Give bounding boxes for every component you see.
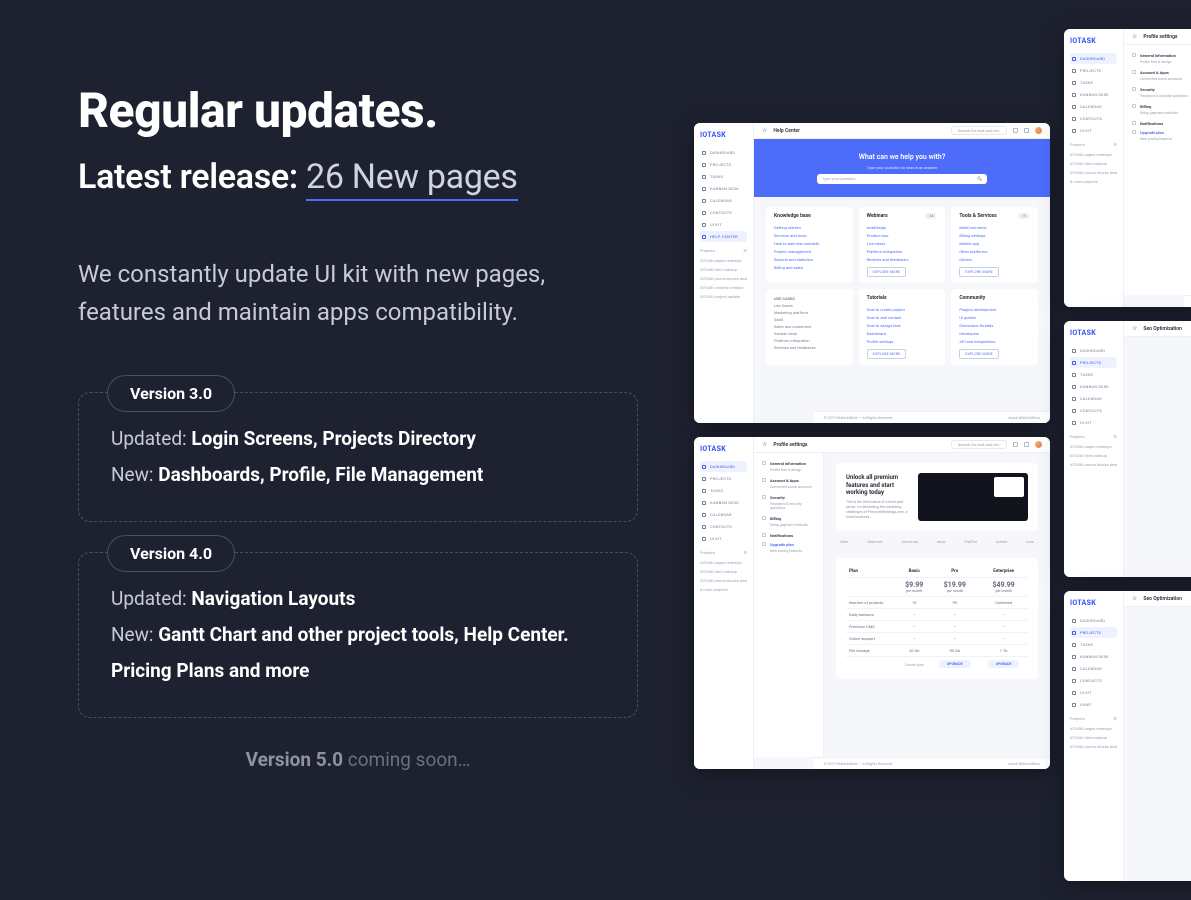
topbar-title: Help Center	[773, 128, 800, 134]
bell-icon	[1024, 128, 1029, 133]
v4-new: New: Gantt Chart and other project tools…	[111, 617, 605, 689]
mockup-seo-1: IOTASK DASHBOARDPROJECTSTASKSKANBAN DESK…	[1064, 321, 1191, 577]
subheading-prefix: Latest release:	[78, 157, 298, 197]
v4-updated: Updated: Navigation Layouts	[111, 581, 605, 617]
nav-help-center: HELP CENTER	[700, 231, 747, 242]
avatar	[1035, 127, 1042, 134]
footer-right: About WhiteUnifilms	[1008, 416, 1040, 420]
hero-title: What can we help you with?	[859, 153, 946, 161]
version-3-badge: Version 3.0	[107, 375, 235, 412]
mockup-profile-settings: IOTASK DASHBOARDPROJECTSTASKSKANBAN DESK…	[694, 437, 1050, 769]
screenshot-gallery: IOTASK DASHBOARDPROJECTSTASKSKANBAN DESK…	[694, 29, 1191, 899]
promo-title: Unlock all premium features and start wo…	[846, 474, 908, 497]
hero-search: Type your question🔍	[817, 174, 987, 184]
mockup-profile-crop: IOTASK DASHBOARDPROJECTSTASKSKANBAN DESK…	[1064, 29, 1191, 307]
hero-subtitle: Type your question to search an answer	[867, 165, 937, 170]
promo-image	[918, 473, 1028, 521]
version-4-badge: Version 4.0	[107, 535, 235, 572]
page-subheading: Latest release: 26 New pages	[78, 157, 638, 197]
version-3-box: Version 3.0 Updated: Login Screens, Proj…	[78, 392, 638, 522]
coming-soon: Version 5.0 coming soon…	[78, 748, 638, 771]
v3-new: New: Dashboards, Profile, File Managemen…	[111, 457, 605, 493]
logo: IOTASK	[700, 131, 747, 139]
v3-updated: Updated: Login Screens, Projects Directo…	[111, 421, 605, 457]
filter-icon	[1013, 128, 1018, 133]
footer-left: © 2019 WhiteUnifilms — All Rights Reserv…	[824, 416, 892, 420]
page-description: We constantly update UI kit with new pag…	[78, 255, 638, 332]
subheading-highlight: 26 New pages	[306, 157, 518, 201]
mockup-help-center: IOTASK DASHBOARDPROJECTSTASKSKANBAN DESK…	[694, 123, 1050, 423]
mockup-seo-2: IOTASK DASHBOARDPROJECTSTASKSKANBAN DESK…	[1064, 591, 1191, 881]
page-heading: Regular updates.	[78, 82, 638, 139]
version-4-box: Version 4.0 Updated: Navigation Layouts …	[78, 552, 638, 718]
promo-desc: This is the third article of a three-par…	[846, 500, 908, 520]
search-input: Search for task and etc.	[951, 126, 1007, 135]
